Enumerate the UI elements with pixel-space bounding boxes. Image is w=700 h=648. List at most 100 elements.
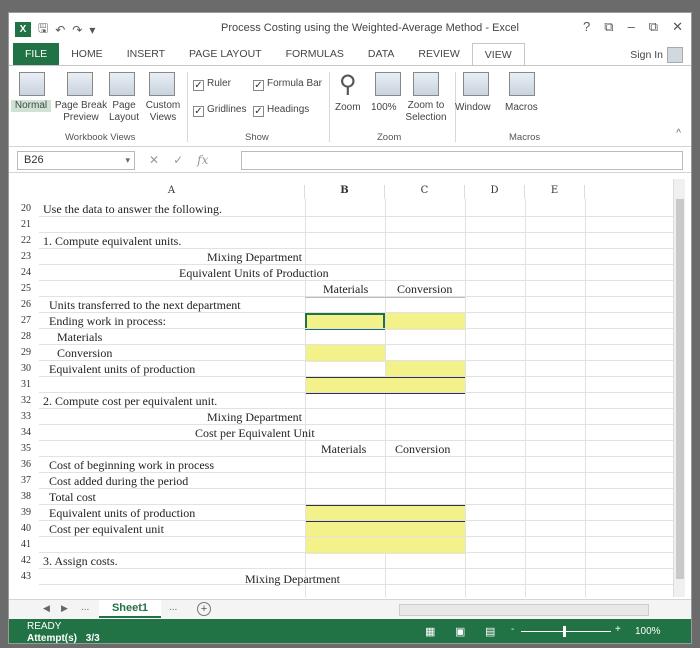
row-header[interactable]: 23 xyxy=(21,249,39,265)
row-header[interactable]: 20 xyxy=(21,201,39,217)
custom-views-icon[interactable] xyxy=(149,72,175,96)
row-header[interactable]: 37 xyxy=(21,473,39,489)
formula-input[interactable] xyxy=(241,151,683,170)
minimize-button[interactable]: – xyxy=(628,19,635,35)
zoom-to-selection-icon[interactable] xyxy=(413,72,439,96)
save-icon[interactable]: 🖫 xyxy=(38,19,48,40)
normal-view-icon[interactable]: ▦ xyxy=(425,625,435,638)
help-icon[interactable]: ? xyxy=(583,19,590,35)
restore-button[interactable]: ⧉ xyxy=(649,19,658,35)
row-header[interactable]: 22 xyxy=(21,233,39,249)
zoom-100-button[interactable]: 100% xyxy=(371,102,397,114)
excel-logo-icon: X xyxy=(15,22,31,37)
tab-page-layout[interactable]: PAGE LAYOUT xyxy=(177,43,274,65)
row-header[interactable]: 30 xyxy=(21,361,39,377)
zoom-slider[interactable] xyxy=(521,631,611,632)
row-header[interactable]: 38 xyxy=(21,489,39,505)
window-icon[interactable] xyxy=(463,72,489,96)
page-break-view-icon[interactable]: ▤ xyxy=(485,625,495,638)
tab-home[interactable]: HOME xyxy=(59,43,115,65)
ruler-checkbox[interactable]: ✓ Ruler xyxy=(193,78,231,91)
undo-icon[interactable]: ↶ xyxy=(55,23,65,37)
sheet-tab-bar: ◀ ▶ ... Sheet1 ... + xyxy=(9,599,691,619)
formula-bar-checkbox[interactable]: ✓ Formula Bar xyxy=(253,78,322,91)
more-sheets-right[interactable]: ... xyxy=(169,602,177,613)
cell-a32: 2. Compute cost per equivalent unit. xyxy=(43,394,218,408)
page-layout-icon[interactable] xyxy=(109,72,135,96)
column-header-e[interactable]: E xyxy=(525,185,585,199)
redo-icon[interactable]: ↷ xyxy=(72,23,82,37)
zoom-button[interactable]: Zoom xyxy=(335,102,361,114)
zoom-slider-thumb[interactable] xyxy=(563,626,566,637)
tab-view[interactable]: VIEW xyxy=(471,43,525,65)
add-sheet-icon[interactable]: + xyxy=(197,602,211,616)
customize-qat-icon[interactable]: ▾ xyxy=(89,23,95,37)
row-header[interactable]: 27 xyxy=(21,313,39,329)
row-header[interactable]: 36 xyxy=(21,457,39,473)
name-box[interactable]: B26 ▾ xyxy=(17,151,135,170)
horizontal-scrollbar[interactable] xyxy=(399,604,649,616)
scroll-left-icon[interactable]: ◀ xyxy=(43,603,50,614)
close-button[interactable]: ✕ xyxy=(672,19,683,35)
cell-c35: Conversion xyxy=(395,442,451,456)
row-header[interactable]: 28 xyxy=(21,329,39,345)
row-header[interactable]: 39 xyxy=(21,505,39,521)
macros-icon[interactable] xyxy=(509,72,535,96)
row-header[interactable]: 43 xyxy=(21,569,39,585)
row-header[interactable]: 32 xyxy=(21,393,39,409)
vertical-scrollbar[interactable] xyxy=(673,179,685,597)
row-header[interactable]: 21 xyxy=(21,217,39,233)
page-break-preview-icon[interactable] xyxy=(67,72,93,96)
zoom-to-selection-button[interactable]: Zoom to Selection xyxy=(401,100,451,124)
ribbon: Normal Page Break Preview Page Layout Cu… xyxy=(9,65,691,147)
row-header[interactable]: 40 xyxy=(21,521,39,537)
headings-checkbox[interactable]: ✓ Headings xyxy=(253,104,309,117)
row-header[interactable]: 35 xyxy=(21,441,39,457)
tab-insert[interactable]: INSERT xyxy=(115,43,177,65)
window-button[interactable]: Window xyxy=(455,102,491,114)
column-header-a[interactable]: A xyxy=(39,185,305,199)
gridlines-checkbox[interactable]: ✓ Gridlines xyxy=(193,104,246,117)
row-header[interactable]: 26 xyxy=(21,297,39,313)
row-header[interactable]: 29 xyxy=(21,345,39,361)
zoom-in-icon[interactable]: + xyxy=(615,624,621,635)
column-header-b[interactable]: B xyxy=(305,185,385,199)
collapse-ribbon-icon[interactable]: ^ xyxy=(676,128,681,139)
sheet-tab-sheet1[interactable]: Sheet1 xyxy=(99,600,161,618)
column-header-d[interactable]: D xyxy=(465,185,525,199)
ribbon-display-icon[interactable]: ⧉ xyxy=(604,19,613,35)
macros-button[interactable]: Macros xyxy=(505,102,538,114)
tab-formulas[interactable]: FORMULAS xyxy=(274,43,356,65)
row-header[interactable]: 33 xyxy=(21,409,39,425)
column-header-c[interactable]: C xyxy=(385,185,465,199)
chevron-down-icon[interactable]: ▾ xyxy=(125,152,130,169)
cell-a38: Total cost xyxy=(49,490,96,504)
cancel-icon[interactable]: ✕ xyxy=(149,153,159,167)
normal-view-button[interactable]: Normal xyxy=(11,100,51,112)
tab-file[interactable]: FILE xyxy=(13,43,60,65)
worksheet-grid[interactable]: A B C D E 20 21 22 23 24 25 26 27 28 29 30 31 32 33 34… xyxy=(17,179,673,597)
row-header[interactable]: 34 xyxy=(21,425,39,441)
page-break-preview-button[interactable]: Page Break Preview xyxy=(53,100,109,124)
row-header[interactable]: 25 xyxy=(21,281,39,297)
tab-review[interactable]: REVIEW xyxy=(406,43,471,65)
scroll-right-icon[interactable]: ▶ xyxy=(61,603,68,614)
normal-view-icon[interactable] xyxy=(19,72,45,96)
row-header[interactable]: 31 xyxy=(21,377,39,393)
zoom-level[interactable]: 100% xyxy=(635,626,661,637)
insert-function-icon[interactable]: fx xyxy=(197,153,208,167)
row-header[interactable]: 41 xyxy=(21,537,39,553)
scroll-thumb[interactable] xyxy=(676,199,684,579)
custom-views-button[interactable]: Custom Views xyxy=(143,100,183,124)
row-header[interactable]: 42 xyxy=(21,553,39,569)
enter-icon[interactable]: ✓ xyxy=(173,153,183,167)
zoom-100-icon[interactable] xyxy=(375,72,401,96)
more-sheets-left[interactable]: ... xyxy=(81,602,89,613)
zoom-magnifier-icon[interactable]: ⚲ xyxy=(339,70,357,99)
row-header[interactable]: 24 xyxy=(21,265,39,281)
zoom-out-icon[interactable]: - xyxy=(511,624,514,635)
sign-in[interactable]: Sign In xyxy=(630,47,683,63)
tab-data[interactable]: DATA xyxy=(356,43,406,65)
page-layout-button[interactable]: Page Layout xyxy=(107,100,141,124)
page-layout-view-icon[interactable]: ▣ xyxy=(455,625,465,638)
